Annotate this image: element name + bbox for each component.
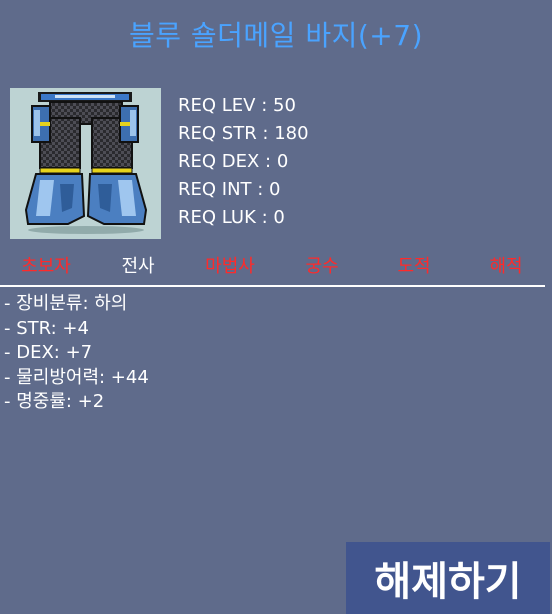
req-str: REQ STR : 180 — [178, 123, 309, 144]
req-luk: REQ LUK : 0 — [178, 207, 285, 228]
req-dex: REQ DEX : 0 — [178, 151, 289, 172]
stat-str: - STR: +4 — [4, 317, 89, 339]
stat-category: - 장비분류: 하의 — [4, 293, 128, 314]
pants-icon — [24, 92, 148, 234]
item-title: 블루 숄더메일 바지(+7) — [128, 19, 423, 52]
job-archer: 궁수 — [305, 256, 339, 277]
item-stats-list: - 장비분류: 하의 - STR: +4 - DEX: +7 - 물리방어력: … — [4, 292, 149, 415]
job-thief: 도적 — [397, 256, 431, 277]
req-int: REQ INT : 0 — [178, 179, 281, 200]
stat-dex: - DEX: +7 — [4, 342, 93, 363]
job-warrior: 전사 — [121, 256, 155, 277]
unequip-button[interactable]: 해제하기 — [346, 542, 550, 614]
job-beginner: 초보자 — [21, 256, 71, 277]
requirements-list: REQ LEV : 50 REQ STR : 180 REQ DEX : 0 R… — [178, 92, 309, 232]
divider — [0, 285, 545, 287]
job-class-row: 초보자 전사 마법사 궁수 도적 해적 — [0, 253, 552, 281]
job-pirate: 해적 — [489, 256, 523, 277]
item-image-frame — [10, 88, 161, 239]
stat-accuracy: - 명중률: +2 — [4, 391, 105, 412]
job-magician: 마법사 — [205, 256, 255, 277]
req-level: REQ LEV : 50 — [178, 95, 296, 116]
stat-physical-defense: - 물리방어력: +44 — [4, 366, 149, 388]
